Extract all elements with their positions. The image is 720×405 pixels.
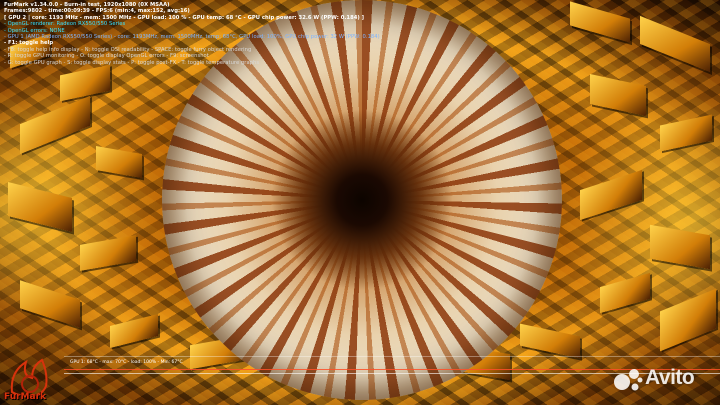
- logo-text: FurMark: [4, 392, 46, 402]
- hud-overlay: FurMark v1.34.0.0 - Burn-in test, 1920x1…: [4, 2, 380, 66]
- watermark-text: Avito: [645, 366, 695, 389]
- hud-gpu-monitor-line: - GPU 1 (AMD Radeon RX550/550 Series) - …: [4, 34, 380, 41]
- graph-label: GPU 1: 68°C - max: 70°C - load: 100% - M…: [70, 360, 183, 365]
- furmark-logo: FurMark: [2, 352, 64, 404]
- furmark-render-view: FurMark v1.34.0.0 - Burn-in test, 1920x1…: [0, 0, 720, 405]
- avito-dots-icon: [614, 369, 643, 391]
- avito-watermark: Avito: [613, 366, 717, 392]
- hud-keys-line-3: - G: toggle GPU graph - S: toggle displa…: [4, 59, 260, 66]
